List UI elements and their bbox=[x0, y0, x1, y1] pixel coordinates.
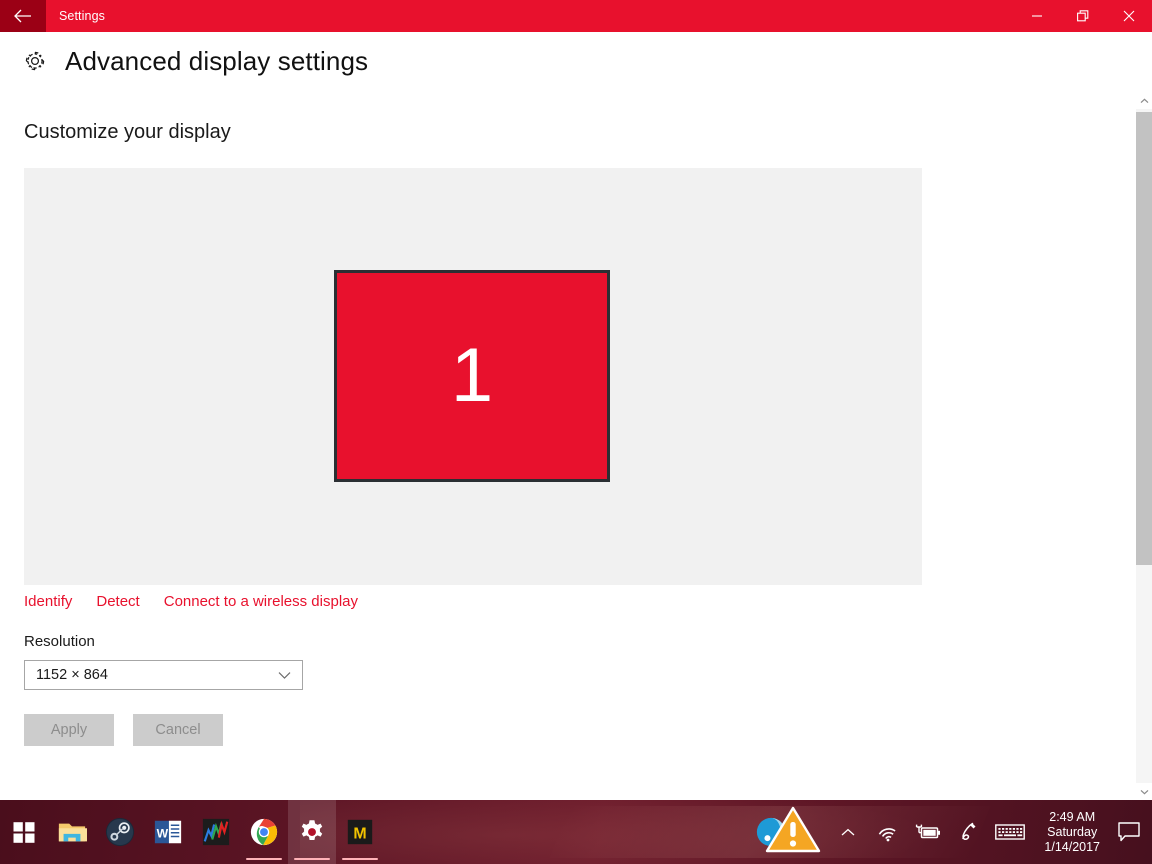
close-icon bbox=[1123, 10, 1135, 22]
scroll-down-button[interactable] bbox=[1136, 783, 1152, 800]
taskbar: W M 2:49 AM Saturday 1/14/2017 bbox=[0, 800, 1152, 864]
scroll-down-arrow-icon bbox=[1140, 789, 1148, 795]
touch-keyboard-button[interactable] bbox=[993, 800, 1027, 864]
svg-text:W: W bbox=[157, 827, 169, 841]
settings-window: Settings Advanced display settings Custo… bbox=[0, 0, 1152, 864]
display-preview-panel: 1 bbox=[24, 168, 922, 585]
restore-icon bbox=[1076, 9, 1088, 21]
display-links: Identify Detect Connect to a wireless di… bbox=[24, 593, 358, 610]
close-button[interactable] bbox=[1106, 0, 1152, 32]
section-title: Customize your display bbox=[24, 121, 231, 143]
clock-day: Saturday bbox=[1047, 824, 1098, 839]
vertical-scrollbar[interactable] bbox=[1136, 92, 1152, 800]
svg-text:M: M bbox=[353, 826, 366, 843]
show-hidden-icons-button[interactable] bbox=[833, 800, 863, 864]
restore-button[interactable] bbox=[1060, 0, 1106, 32]
steam-icon bbox=[105, 817, 135, 847]
clock[interactable]: 2:49 AM Saturday 1/14/2017 bbox=[1032, 800, 1112, 864]
minimize-button[interactable] bbox=[1014, 0, 1060, 32]
content-area: Customize your display 1 Identify Detect… bbox=[0, 92, 1136, 800]
back-button[interactable] bbox=[0, 0, 46, 32]
file-explorer-icon bbox=[58, 823, 87, 842]
resolution-label: Resolution bbox=[24, 633, 95, 650]
running-indicator bbox=[342, 857, 378, 860]
gear-icon bbox=[301, 820, 323, 840]
page-title: Advanced display settings bbox=[65, 45, 369, 76]
taskbar-file-explorer[interactable] bbox=[48, 800, 96, 864]
clock-date: 1/14/2017 bbox=[1044, 839, 1100, 854]
battery-button[interactable] bbox=[913, 800, 943, 864]
word-icon: W bbox=[154, 820, 182, 844]
title-bar: Settings bbox=[0, 0, 1152, 32]
action-center-icon bbox=[1118, 822, 1140, 842]
page-header: Advanced display settings bbox=[0, 32, 1152, 90]
window-controls bbox=[1014, 0, 1152, 32]
pen-button[interactable] bbox=[953, 800, 983, 864]
taskbar-settings[interactable] bbox=[288, 800, 336, 864]
cancel-button[interactable]: Cancel bbox=[133, 714, 223, 746]
network-button[interactable] bbox=[873, 800, 903, 864]
scrollbar-thumb[interactable] bbox=[1136, 112, 1152, 565]
running-indicator bbox=[246, 857, 282, 860]
connect-wireless-display-link[interactable]: Connect to a wireless display bbox=[164, 593, 358, 610]
taskbar-metatrader[interactable] bbox=[192, 800, 240, 864]
chevron-down-icon bbox=[278, 671, 291, 680]
system-tray: 2:49 AM Saturday 1/14/2017 bbox=[754, 800, 1152, 864]
apply-button[interactable]: Apply bbox=[24, 714, 114, 746]
action-buttons: Apply Cancel bbox=[24, 714, 223, 746]
monitor-number-label: 1 bbox=[450, 333, 494, 418]
taskbar-items: W M bbox=[48, 800, 384, 864]
chrome-icon bbox=[250, 818, 278, 846]
minimize-icon bbox=[1032, 15, 1042, 17]
action-center-button[interactable] bbox=[1112, 800, 1146, 864]
resolution-dropdown[interactable]: 1152 × 864 bbox=[24, 660, 303, 690]
mega-m-icon: M bbox=[347, 819, 373, 845]
taskbar-mega[interactable]: M bbox=[336, 800, 384, 864]
start-button[interactable] bbox=[0, 800, 48, 864]
running-indicator bbox=[294, 857, 330, 860]
windows-start-icon bbox=[13, 822, 35, 843]
gear-icon bbox=[20, 46, 50, 76]
scroll-up-button[interactable] bbox=[1136, 92, 1152, 109]
resolution-value: 1152 × 864 bbox=[36, 667, 108, 683]
window-title: Settings bbox=[59, 9, 105, 23]
tray-warning-group[interactable] bbox=[754, 800, 828, 864]
monitor-1[interactable]: 1 bbox=[334, 270, 610, 482]
scroll-up-arrow-icon bbox=[1140, 97, 1148, 103]
taskbar-chrome[interactable] bbox=[240, 800, 288, 864]
identify-link[interactable]: Identify bbox=[24, 593, 72, 610]
blue-circle-app-icon[interactable] bbox=[756, 800, 786, 864]
taskbar-steam[interactable] bbox=[96, 800, 144, 864]
clock-time: 2:49 AM bbox=[1049, 809, 1096, 824]
battery-charging-icon bbox=[916, 824, 941, 838]
wifi-icon bbox=[879, 828, 896, 842]
keyboard-icon bbox=[995, 824, 1026, 840]
detect-link[interactable]: Detect bbox=[96, 593, 139, 610]
chart-tile-icon bbox=[202, 818, 230, 846]
taskbar-word[interactable]: W bbox=[144, 800, 192, 864]
back-arrow-icon bbox=[14, 9, 31, 23]
pen-icon bbox=[962, 822, 976, 840]
chevron-up-icon bbox=[841, 828, 855, 835]
